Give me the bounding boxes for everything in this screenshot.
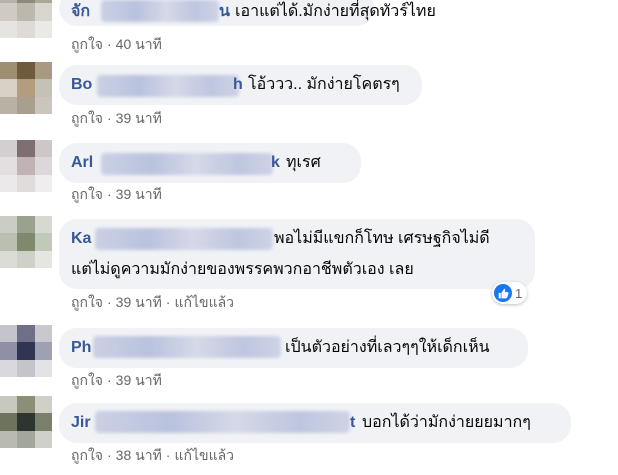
separator: · bbox=[107, 372, 112, 388]
comment-bubble: จัก น เอาแต่ได้.มักง่ายที่สุดทัวร์ไทย bbox=[59, 0, 436, 26]
avatar[interactable] bbox=[0, 0, 52, 38]
blurred-author-name bbox=[95, 411, 350, 433]
like-button[interactable]: ถูกใจ bbox=[71, 110, 103, 126]
reaction-number: 1 bbox=[515, 285, 523, 301]
comment-actions: ถูกใจ · 39 นาที bbox=[71, 185, 162, 203]
comment-actions: ถูกใจ · 38 นาที · แก้ไขแล้ว bbox=[71, 446, 234, 464]
edited-label[interactable]: แก้ไขแล้ว bbox=[174, 294, 234, 310]
separator: · bbox=[165, 447, 171, 463]
author-name-end[interactable]: t bbox=[350, 411, 355, 435]
comment-actions: ถูกใจ · 39 นาที bbox=[71, 371, 162, 389]
comment-bubble: Ka พอไม่มีแขกก็โทษ เศรษฐกิจไม่ดี แต่ไม่ด… bbox=[59, 219, 535, 289]
reaction-count[interactable]: 1 bbox=[492, 282, 528, 304]
comment-text-line-2: แต่ไม่ดูความมักง่ายของพรรคพวกอาชีพตัวเอง… bbox=[71, 261, 414, 278]
avatar[interactable] bbox=[0, 325, 52, 377]
separator: · bbox=[165, 294, 171, 310]
timestamp[interactable]: 39 นาที bbox=[116, 110, 162, 126]
author-name-end[interactable]: น bbox=[219, 0, 230, 24]
avatar[interactable] bbox=[0, 140, 52, 192]
comment-bubble: Arl k ทุเรศ bbox=[59, 143, 361, 183]
author-name-end[interactable]: k bbox=[271, 151, 280, 175]
thumbs-up-icon bbox=[494, 284, 512, 302]
author-name[interactable]: Ph bbox=[71, 336, 91, 360]
blurred-author-name bbox=[95, 228, 273, 250]
timestamp[interactable]: 40 นาที bbox=[116, 36, 162, 52]
author-name[interactable]: จัก bbox=[71, 0, 90, 24]
separator: · bbox=[107, 447, 112, 463]
comment-text-line-1: พอไม่มีแขกก็โทษ เศรษฐกิจไม่ดี bbox=[274, 230, 490, 247]
separator: · bbox=[107, 36, 112, 52]
avatar[interactable] bbox=[0, 396, 52, 448]
blurred-author-name bbox=[97, 75, 239, 97]
author-name-end[interactable]: h bbox=[233, 73, 243, 97]
comment-text: เป็นตัวอย่างที่เลวๆๆให้เด็กเห็น bbox=[285, 339, 490, 356]
author-name[interactable]: Jir bbox=[71, 411, 91, 435]
timestamp[interactable]: 39 นาที bbox=[116, 186, 162, 202]
comment-actions: ถูกใจ · 39 นาที bbox=[71, 109, 162, 127]
comment-text: ทุเรศ bbox=[286, 154, 321, 171]
like-button[interactable]: ถูกใจ bbox=[71, 36, 103, 52]
avatar[interactable] bbox=[0, 62, 52, 114]
comment-text: เอาแต่ได้.มักง่ายที่สุดทัวร์ไทย bbox=[235, 3, 436, 20]
like-button[interactable]: ถูกใจ bbox=[71, 447, 103, 463]
like-button[interactable]: ถูกใจ bbox=[71, 372, 103, 388]
comment-text: บอกได้ว่ามักง่ายยยมากๆ bbox=[362, 414, 531, 431]
author-name[interactable]: Ka bbox=[71, 227, 91, 251]
comment-actions: ถูกใจ · 40 นาที bbox=[71, 35, 162, 53]
avatar[interactable] bbox=[0, 216, 52, 268]
separator: · bbox=[107, 294, 112, 310]
timestamp[interactable]: 38 นาที bbox=[116, 447, 162, 463]
blurred-author-name bbox=[93, 336, 281, 358]
author-name[interactable]: Bo bbox=[71, 73, 92, 97]
like-button[interactable]: ถูกใจ bbox=[71, 186, 103, 202]
author-name[interactable]: Arl bbox=[71, 151, 93, 175]
comment-bubble: Jir t บอกได้ว่ามักง่ายยยมากๆ bbox=[59, 403, 571, 443]
comment-actions: ถูกใจ · 39 นาที · แก้ไขแล้ว bbox=[71, 293, 234, 311]
separator: · bbox=[107, 186, 112, 202]
timestamp[interactable]: 39 นาที bbox=[116, 372, 162, 388]
blurred-author-name bbox=[101, 153, 273, 175]
separator: · bbox=[107, 110, 112, 126]
comment-bubble: Bo h โอ้ววว.. มักง่ายโคตรๆ bbox=[59, 65, 422, 105]
comment-bubble: Ph เป็นตัวอย่างที่เลวๆๆให้เด็กเห็น bbox=[59, 328, 528, 368]
comment-text: โอ้ววว.. มักง่ายโคตรๆ bbox=[248, 76, 400, 93]
like-button[interactable]: ถูกใจ bbox=[71, 294, 103, 310]
edited-label[interactable]: แก้ไขแล้ว bbox=[174, 447, 234, 463]
timestamp[interactable]: 39 นาที bbox=[116, 294, 162, 310]
blurred-author-name bbox=[101, 0, 219, 22]
